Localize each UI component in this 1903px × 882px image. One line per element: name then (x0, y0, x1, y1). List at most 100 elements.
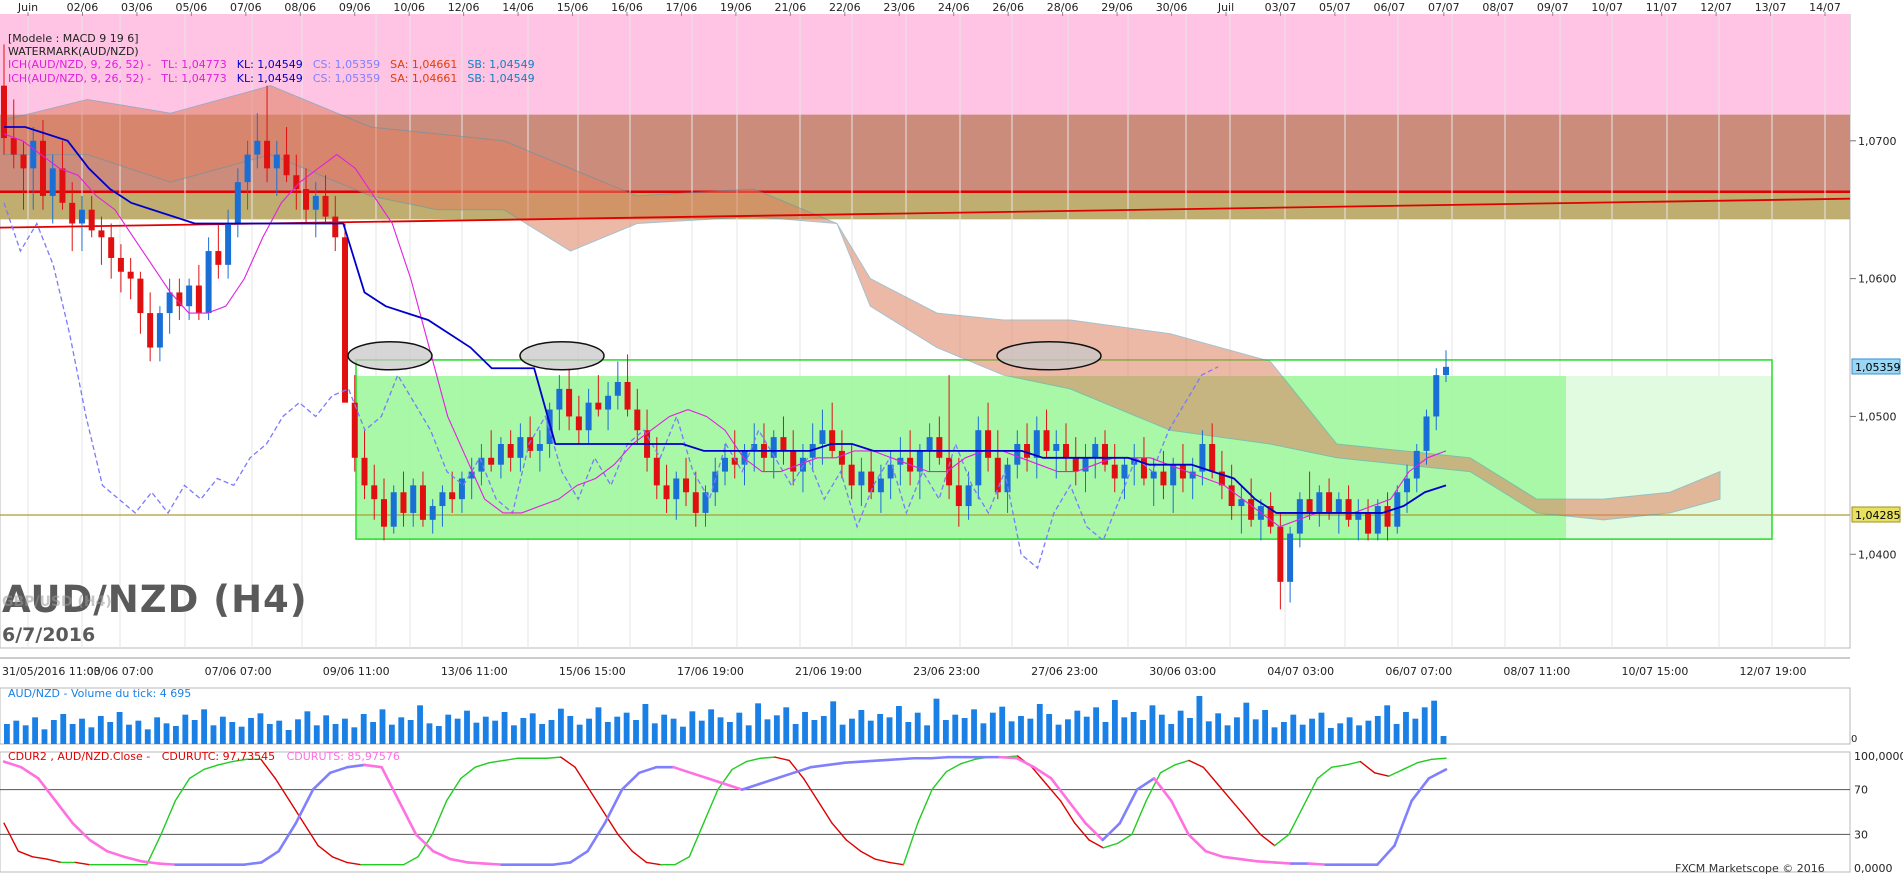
volume-bar-17 (163, 723, 170, 744)
volume-bar-89 (839, 724, 846, 744)
volume-bar-99 (933, 698, 940, 744)
candle-body-101 (985, 430, 992, 458)
ichimoku-legend-item: SB: 1,04549 (467, 58, 535, 71)
candle-body-117 (1140, 457, 1147, 479)
cdur-name: CDUR2 , AUD/NZD.Close - (8, 750, 151, 763)
cdur-level-label-0: 100,0000 (1854, 750, 1903, 763)
bottom-date-3: 09/06 11:00 (323, 665, 390, 678)
volume-bar-113 (1065, 719, 1071, 744)
candle-body-62 (605, 395, 612, 410)
volume-bar-145 (1365, 720, 1372, 744)
candle-body-2 (20, 154, 27, 169)
volume-bar-36 (342, 718, 348, 744)
volume-bar-138 (1299, 724, 1306, 744)
y-tick-label-3: 1,0700 (1858, 135, 1897, 148)
candle-body-33 (322, 195, 329, 217)
volume-bar-50 (473, 722, 480, 744)
volume-label: AUD/NZD - Volume du tick: 4 695 (8, 687, 192, 700)
candle-body-64 (624, 381, 631, 410)
candle-body-6 (59, 168, 66, 203)
volume-bar-95 (896, 706, 902, 744)
candle-body-41 (400, 492, 407, 513)
volume-bar-71 (670, 718, 677, 744)
candle-body-69 (673, 478, 680, 500)
candle-body-40 (390, 492, 397, 527)
candle-body-32 (312, 195, 319, 210)
volume-bar-128 (1205, 721, 1212, 744)
volume-bar-27 (257, 713, 264, 744)
volume-bar-139 (1309, 718, 1315, 744)
volume-bar-24 (229, 722, 236, 744)
volume-bar-125 (1177, 710, 1184, 744)
candle-body-20 (195, 285, 202, 314)
volume-bar-97 (914, 712, 921, 744)
volume-bar-84 (792, 724, 799, 744)
candle-body-139 (1355, 512, 1362, 520)
volume-bar-68 (642, 704, 649, 744)
volume-bar-134 (1262, 710, 1269, 744)
volume-bar-120 (1130, 712, 1137, 744)
volume-bar-130 (1224, 725, 1231, 744)
bottom-date-10: 30/06 03:00 (1149, 665, 1216, 678)
ichimoku-legend-item: CS: 1,05359 (312, 72, 381, 85)
volume-bar-57 (539, 724, 546, 744)
volume-bar-108 (1018, 716, 1024, 744)
cdur-level-label-1: 70 (1854, 784, 1868, 797)
ichimoku-legend-item: SB: 1,04549 (467, 72, 535, 85)
candle-body-38 (371, 485, 378, 500)
candle-body-126 (1228, 485, 1235, 507)
cdur-level-label-3: 0,0000 (1854, 862, 1893, 875)
watermark-overlap: GBP/USD (H4) (2, 594, 112, 610)
volume-bar-25 (238, 726, 245, 744)
cdur-uts-seg-51 (878, 758, 898, 762)
volume-bar-105 (989, 712, 996, 744)
candle-body-115 (1121, 464, 1128, 479)
volume-bar-7 (69, 724, 76, 744)
volume-bar-111 (1046, 714, 1053, 744)
volume-bar-61 (576, 724, 583, 744)
candle-body-120 (1170, 464, 1177, 486)
volume-bar-91 (858, 710, 865, 744)
volume-bar-30 (285, 730, 292, 744)
volume-bar-22 (210, 725, 217, 744)
chart-canvas: 1,04001,05001,06001,07001,053591,04285Ju… (0, 0, 1903, 878)
candle-body-49 (478, 457, 485, 472)
candle-body-39 (380, 499, 387, 527)
volume-bar-23 (219, 716, 226, 744)
volume-bar-75 (708, 709, 715, 744)
volume-bar-135 (1271, 727, 1278, 744)
volume-bar-29 (276, 720, 283, 744)
volume-bar-35 (332, 724, 339, 744)
volume-bar-96 (905, 722, 912, 744)
volume-bar-82 (773, 715, 780, 744)
candle-body-118 (1150, 471, 1157, 479)
candle-body-42 (410, 485, 417, 513)
volume-bar-4 (41, 729, 48, 744)
candle-body-44 (429, 506, 436, 520)
volume-bar-13 (126, 724, 132, 744)
volume-bar-73 (689, 711, 696, 744)
cdur-uts-seg-58 (998, 755, 1019, 760)
bottom-date-12: 06/07 07:00 (1385, 665, 1452, 678)
candle-body-25 (244, 154, 251, 183)
volume-bar-104 (980, 723, 987, 744)
bottom-date-8: 23/06 23:00 (913, 665, 980, 678)
candle-body-76 (741, 450, 748, 465)
candle-body-21 (205, 251, 212, 314)
volume-bar-124 (1168, 724, 1175, 744)
candle-body-57 (556, 388, 563, 410)
volume-bar-147 (1384, 705, 1391, 744)
candle-body-27 (264, 140, 271, 169)
candle-body-55 (536, 444, 543, 451)
candle-body-109 (1063, 444, 1070, 458)
volume-bar-49 (464, 710, 470, 744)
cdur-legend: CDUR2 , AUD/NZD.Close - CDURUTC: 97,7354… (8, 750, 400, 763)
ichimoku-legend-item: TL: 1,04773 (161, 72, 227, 85)
volume-bar-14 (135, 720, 142, 744)
legend-watermark: WATERMARK(AUD/NZD) (8, 45, 139, 58)
volume-bar-100 (942, 720, 949, 744)
volume-bar-127 (1196, 696, 1203, 744)
candle-body-142 (1384, 506, 1391, 527)
volume-bar-126 (1187, 718, 1193, 744)
volume-bar-114 (1074, 710, 1081, 744)
